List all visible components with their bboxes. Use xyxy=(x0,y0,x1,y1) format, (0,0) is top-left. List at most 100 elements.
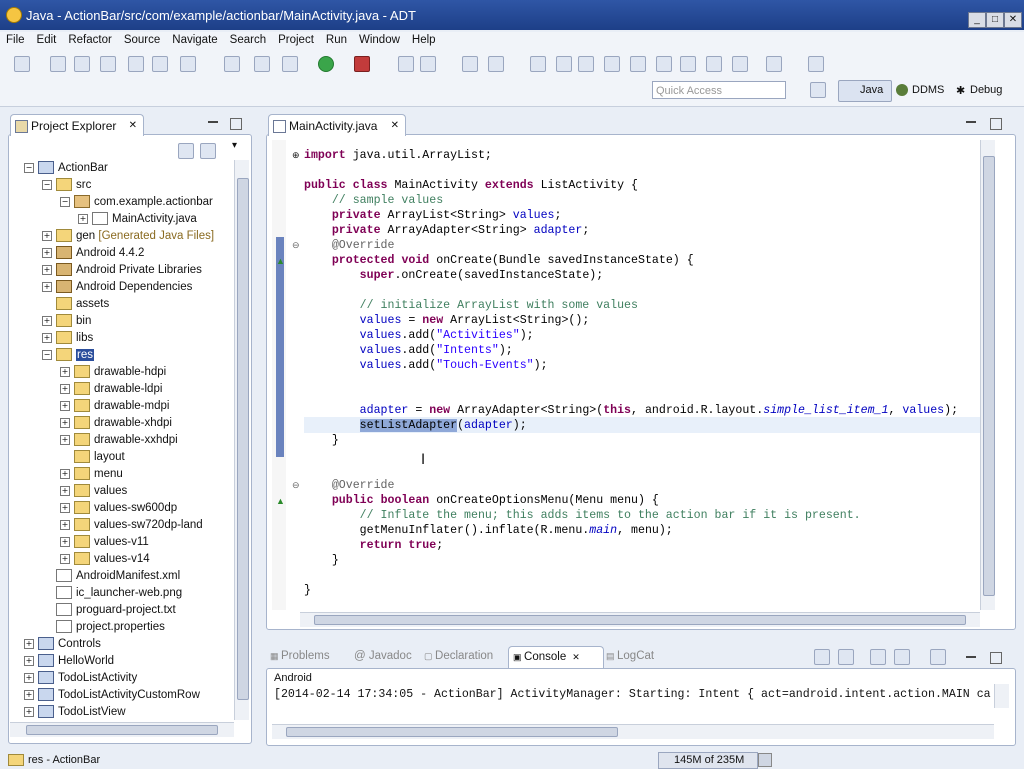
explorer-horizontal-scrollbar[interactable] xyxy=(10,722,234,737)
debug-icon[interactable] xyxy=(282,56,298,72)
garbage-collect-icon[interactable] xyxy=(758,753,772,767)
tab-console[interactable]: ▣ Console ✕ xyxy=(508,646,604,668)
maximize-editor-icon[interactable] xyxy=(990,118,1002,130)
minimize-editor-icon[interactable] xyxy=(966,116,976,123)
editor-horizontal-scrollbar[interactable] xyxy=(300,612,980,627)
minimize-console-icon[interactable] xyxy=(966,651,976,658)
tree-item[interactable]: − res xyxy=(42,347,94,364)
run-icon[interactable] xyxy=(318,56,334,72)
open-type-icon[interactable] xyxy=(462,56,478,72)
print-icon[interactable] xyxy=(100,56,116,72)
tab-project-explorer[interactable]: Project Explorer ✕ xyxy=(10,114,144,136)
maximize-console-icon[interactable] xyxy=(990,652,1002,664)
menu-refactor[interactable]: Refactor xyxy=(62,32,117,46)
last-edit-location-icon[interactable] xyxy=(656,56,672,72)
console-horizontal-scrollbar[interactable] xyxy=(272,724,994,739)
save-all-icon[interactable] xyxy=(74,56,90,72)
tree-item[interactable]: layout xyxy=(60,449,125,466)
close-editor-tab-icon[interactable]: ✕ xyxy=(391,115,399,137)
toggle-mark-occurrences-icon[interactable] xyxy=(530,56,546,72)
expand-toggle-icon[interactable]: − xyxy=(42,179,52,190)
expand-toggle-icon[interactable]: + xyxy=(42,247,52,258)
collapse-all-icon[interactable] xyxy=(178,143,194,159)
forward-icon[interactable] xyxy=(732,56,748,72)
search-icon[interactable] xyxy=(488,56,504,72)
menu-help[interactable]: Help xyxy=(406,32,442,46)
expand-toggle-icon[interactable]: + xyxy=(42,281,52,292)
editor-hscroll-thumb[interactable] xyxy=(314,615,966,625)
tree-item[interactable]: proguard-project.txt xyxy=(42,602,176,619)
maximize-view-icon[interactable] xyxy=(230,118,242,130)
tree-item[interactable]: + drawable-xhdpi xyxy=(60,415,172,432)
expand-toggle-icon[interactable]: + xyxy=(60,502,70,513)
console-vertical-scrollbar[interactable] xyxy=(994,684,1009,708)
menu-edit[interactable]: Edit xyxy=(31,32,63,46)
tab-logcat[interactable]: ▤ LogCat xyxy=(606,650,654,662)
editor-vertical-scrollbar[interactable] xyxy=(980,140,995,610)
expand-toggle-icon[interactable]: + xyxy=(60,366,70,377)
close-tab-icon[interactable]: ✕ xyxy=(129,115,137,137)
expand-toggle-icon[interactable]: + xyxy=(60,553,70,564)
skip-breakpoints-icon[interactable] xyxy=(254,56,270,72)
perspective-debug[interactable]: Debug xyxy=(970,84,1002,96)
clear-console-icon[interactable] xyxy=(814,649,830,665)
open-console-menu-icon[interactable] xyxy=(930,649,946,665)
maximize-button[interactable]: □ xyxy=(986,12,1004,28)
close-console-icon[interactable]: ✕ xyxy=(572,652,580,662)
tab-problems[interactable]: ▦ Problems xyxy=(270,650,330,662)
avd-manager-icon[interactable] xyxy=(152,56,168,72)
expand-toggle-icon[interactable]: + xyxy=(42,332,52,343)
expand-toggle-icon[interactable]: + xyxy=(24,689,34,700)
tree-item[interactable]: + drawable-xxhdpi xyxy=(60,432,178,449)
explorer-vertical-scrollbar[interactable] xyxy=(234,160,249,720)
link-with-editor-icon[interactable] xyxy=(200,143,216,159)
expand-toggle-icon[interactable]: + xyxy=(42,230,52,241)
new-icon[interactable] xyxy=(14,56,30,72)
show-whitespace-icon[interactable] xyxy=(578,56,594,72)
tree-item[interactable]: + bin xyxy=(42,313,91,330)
new-java-class-icon[interactable] xyxy=(420,56,436,72)
scroll-lock-icon[interactable] xyxy=(838,649,854,665)
menu-search[interactable]: Search xyxy=(224,32,272,46)
tree-item[interactable]: project.properties xyxy=(42,619,165,636)
lint-check-icon[interactable] xyxy=(180,56,196,72)
expand-toggle-icon[interactable]: + xyxy=(60,417,70,428)
tree-item[interactable]: AndroidManifest.xml xyxy=(42,568,180,585)
tree-item[interactable]: + menu xyxy=(60,466,123,483)
new-android-project-icon[interactable] xyxy=(224,56,240,72)
tree-item[interactable]: assets xyxy=(42,296,109,313)
tree-item[interactable]: + HelloWorld xyxy=(24,653,114,670)
expand-toggle-icon[interactable]: + xyxy=(24,706,34,717)
tree-item[interactable]: + TodoListActivityCustomRow xyxy=(24,687,200,704)
menu-window[interactable]: Window xyxy=(353,32,406,46)
expand-toggle-icon[interactable]: + xyxy=(78,213,88,224)
expand-toggle-icon[interactable]: + xyxy=(60,519,70,530)
minimize-button[interactable]: _ xyxy=(968,12,986,28)
tree-item[interactable]: + drawable-ldpi xyxy=(60,381,162,398)
quick-access-field[interactable]: Quick Access xyxy=(652,81,786,99)
tree-item[interactable]: − src xyxy=(42,177,91,194)
tree-item[interactable]: + libs xyxy=(42,330,93,347)
perspective-ddms[interactable]: DDMS xyxy=(912,84,944,96)
pin-console-icon[interactable] xyxy=(870,649,886,665)
tree-item[interactable]: ic_launcher-web.png xyxy=(42,585,182,602)
expand-toggle-icon[interactable]: + xyxy=(60,536,70,547)
pin-editor-icon[interactable] xyxy=(680,56,696,72)
menu-run[interactable]: Run xyxy=(320,32,353,46)
tree-item[interactable]: + gen [Generated Java Files] xyxy=(42,228,214,245)
open-console-icon[interactable] xyxy=(808,56,824,72)
expand-toggle-icon[interactable]: − xyxy=(24,162,34,173)
expand-toggle-icon[interactable]: + xyxy=(24,655,34,666)
tree-item[interactable]: + values-sw600dp xyxy=(60,500,177,517)
next-annotation-icon[interactable] xyxy=(604,56,620,72)
tree-item[interactable]: + Android 4.4.2 xyxy=(42,245,144,262)
expand-toggle-icon[interactable]: + xyxy=(60,468,70,479)
close-button[interactable]: ✕ xyxy=(1004,12,1022,28)
tree-item[interactable]: + drawable-hdpi xyxy=(60,364,166,381)
menu-file[interactable]: File xyxy=(0,32,31,46)
tree-item[interactable]: − com.example.actionbar xyxy=(60,194,213,211)
tree-item[interactable]: + Controls xyxy=(24,636,101,653)
sdk-manager-icon[interactable] xyxy=(128,56,144,72)
tree-item[interactable]: + values xyxy=(60,483,127,500)
previous-annotation-icon[interactable] xyxy=(630,56,646,72)
